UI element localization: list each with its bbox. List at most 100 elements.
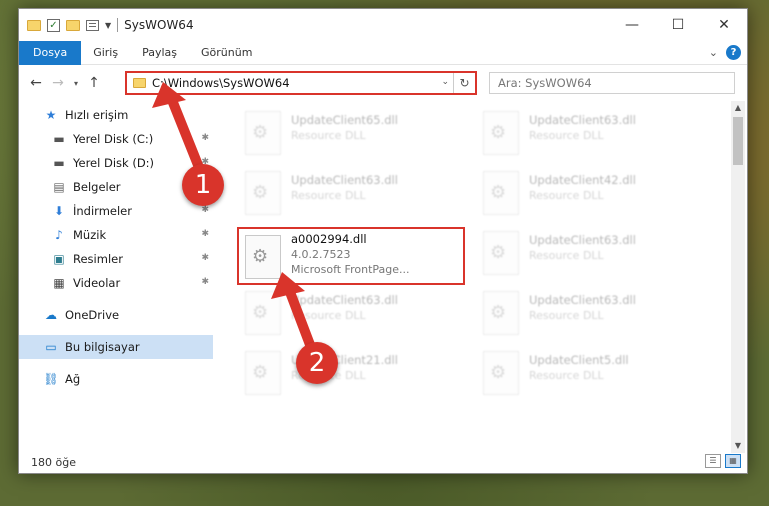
file-name: UpdateClient63.dll [291, 293, 398, 307]
sidebar-item-quick-access[interactable]: ★ Hızlı erişim [19, 103, 213, 127]
tab-share[interactable]: Paylaş [130, 46, 189, 59]
up-button[interactable]: ↑ [83, 75, 105, 91]
computer-icon: ▭ [45, 340, 57, 354]
file-description: Resource DLL [529, 369, 604, 382]
sidebar-item-downloads[interactable]: ⬇ İndirmeler ✱ [19, 199, 213, 223]
sidebar-item-label: Ağ [65, 372, 81, 386]
dll-file-icon [245, 111, 281, 155]
step-2-badge: 2 [296, 342, 338, 384]
view-switcher: ☰ ▦ [705, 454, 741, 468]
pin-icon: ✱ [201, 277, 209, 287]
close-button[interactable]: ✕ [701, 9, 747, 41]
sidebar-item-music[interactable]: ♪ Müzik ✱ [19, 223, 213, 247]
window-controls: — ☐ ✕ [609, 9, 747, 41]
file-tile[interactable]: UpdateClient63.dll Resource DLL [477, 285, 705, 341]
file-name: UpdateClient5.dll [529, 353, 629, 367]
item-count: 180 öğe [31, 455, 76, 469]
title-bar: ✓ ▼ SysWOW64 — ☐ ✕ [19, 9, 747, 41]
sidebar-item-videos[interactable]: ▦ Videolar ✱ [19, 271, 213, 295]
file-tile[interactable]: UpdateClient63.dll Resource DLL [239, 165, 467, 221]
explorer-window: ✓ ▼ SysWOW64 — ☐ ✕ Dosya Giriş Paylaş Gö… [18, 8, 748, 474]
file-description: Microsoft FrontPage... [291, 263, 410, 276]
customize-toolbar-icon[interactable]: ▼ [105, 21, 111, 30]
sidebar-item-label: Müzik [73, 228, 107, 242]
dll-file-icon [245, 351, 281, 395]
ribbon-tabs: Dosya Giriş Paylaş Görünüm ⌄ ? [19, 40, 747, 65]
dll-file-icon [483, 111, 519, 155]
dll-file-icon [245, 235, 281, 279]
search-input[interactable]: Ara: SysWOW64 [489, 72, 735, 94]
dll-file-icon [483, 351, 519, 395]
file-description: Resource DLL [291, 129, 366, 142]
forward-button[interactable]: → [47, 75, 69, 91]
file-description: Resource DLL [529, 309, 604, 322]
vertical-scrollbar[interactable]: ▲ ▼ [731, 101, 745, 453]
file-description: Resource DLL [529, 129, 604, 142]
back-button[interactable]: ← [25, 75, 47, 91]
pin-icon: ✱ [201, 253, 209, 263]
ribbon-right: ⌄ ? [709, 45, 741, 60]
file-tile[interactable]: UpdateClient42.dll Resource DLL [477, 165, 705, 221]
help-icon[interactable]: ? [726, 45, 741, 60]
title-separator [117, 18, 119, 32]
address-dropdown-icon[interactable]: ⌄ [441, 77, 449, 87]
sidebar-item-pictures[interactable]: ▣ Resimler ✱ [19, 247, 213, 271]
cloud-icon: ☁ [45, 308, 57, 322]
file-description: Resource DLL [291, 309, 366, 322]
tab-home[interactable]: Giriş [81, 46, 130, 59]
sidebar-item-label: Yerel Disk (D:) [73, 156, 155, 170]
tab-file[interactable]: Dosya [19, 40, 82, 65]
folder-icon [133, 78, 146, 88]
recent-locations-button[interactable]: ▾ [69, 79, 83, 88]
file-tile[interactable]: UpdateClient65.dll Resource DLL [239, 105, 467, 161]
file-tile[interactable]: UpdateClient63.dll Resource DLL [477, 105, 705, 161]
file-tile[interactable]: UpdateClient63.dll Resource DLL [239, 285, 467, 341]
minimize-button[interactable]: — [609, 9, 655, 41]
tab-view[interactable]: Görünüm [189, 46, 264, 59]
sidebar-item-label: OneDrive [65, 308, 120, 322]
quick-access-toolbar: ✓ ▼ [19, 18, 111, 32]
collapse-ribbon-icon[interactable]: ⌄ [709, 46, 718, 59]
scroll-thumb[interactable] [733, 117, 743, 165]
file-tile[interactable]: UpdateClient21.dllResource DLL [239, 345, 467, 401]
file-tile[interactable]: UpdateClient5.dll Resource DLL [477, 345, 705, 401]
file-tile[interactable]: UpdateClient63.dll Resource DLL [477, 225, 705, 281]
sidebar-item-local-disk-d[interactable]: ▬ Yerel Disk (D:) ✱ [19, 151, 213, 175]
sidebar-item-label: Videolar [73, 276, 121, 290]
sidebar-item-network[interactable]: ⛓ Ağ [19, 367, 213, 391]
properties-icon[interactable] [86, 19, 99, 31]
refresh-icon[interactable]: ↻ [453, 73, 475, 93]
file-name: UpdateClient63.dll [529, 233, 636, 247]
scroll-up-icon[interactable]: ▲ [731, 101, 745, 115]
address-path[interactable]: C:\Windows\SysWOW64 [152, 76, 290, 90]
file-name: a0002994.dll [291, 232, 367, 246]
disk-icon: ▬ [53, 156, 65, 170]
details-view-icon[interactable]: ☰ [705, 454, 721, 468]
navigation-bar: ← → ▾ ↑ C:\Windows\SysWOW64 ⌄ ↻ Ara: Sys… [19, 69, 747, 97]
tiles-view-icon[interactable]: ▦ [725, 454, 741, 468]
sidebar-item-local-disk-c[interactable]: ▬ Yerel Disk (C:) ✱ [19, 127, 213, 151]
dll-file-icon [483, 231, 519, 275]
maximize-button[interactable]: ☐ [655, 9, 701, 41]
pin-icon: ✱ [201, 133, 209, 143]
file-description: Resource DLL [291, 189, 366, 202]
sidebar-item-onedrive[interactable]: ☁ OneDrive [19, 303, 213, 327]
sidebar-item-label: Resimler [73, 252, 123, 266]
star-icon: ★ [45, 108, 57, 122]
folder-icon [27, 19, 41, 31]
address-bar[interactable]: C:\Windows\SysWOW64 ⌄ ↻ [125, 71, 477, 95]
file-name: UpdateClient42.dll [529, 173, 636, 187]
new-folder-icon[interactable] [66, 19, 80, 31]
file-description: Resource DLL [529, 189, 604, 202]
file-name: UpdateClient63.dll [529, 293, 636, 307]
sidebar-item-this-pc[interactable]: ▭ Bu bilgisayar [19, 335, 213, 359]
pin-icon: ✱ [201, 205, 209, 215]
navigation-pane: ★ Hızlı erişim ▬ Yerel Disk (C:) ✱ ▬ Yer… [19, 103, 213, 441]
dll-file-icon [245, 291, 281, 335]
file-list: UpdateClient65.dll Resource DLL UpdateCli… [225, 99, 731, 447]
file-tile-selected[interactable]: a0002994.dll 4.0.2.7523 Microsoft FrontP… [237, 227, 465, 285]
file-version: 4.0.2.7523 [291, 248, 351, 261]
network-icon: ⛓ [43, 372, 59, 386]
checkmark-icon[interactable]: ✓ [47, 18, 60, 32]
file-description: Resource DLL [529, 249, 604, 262]
